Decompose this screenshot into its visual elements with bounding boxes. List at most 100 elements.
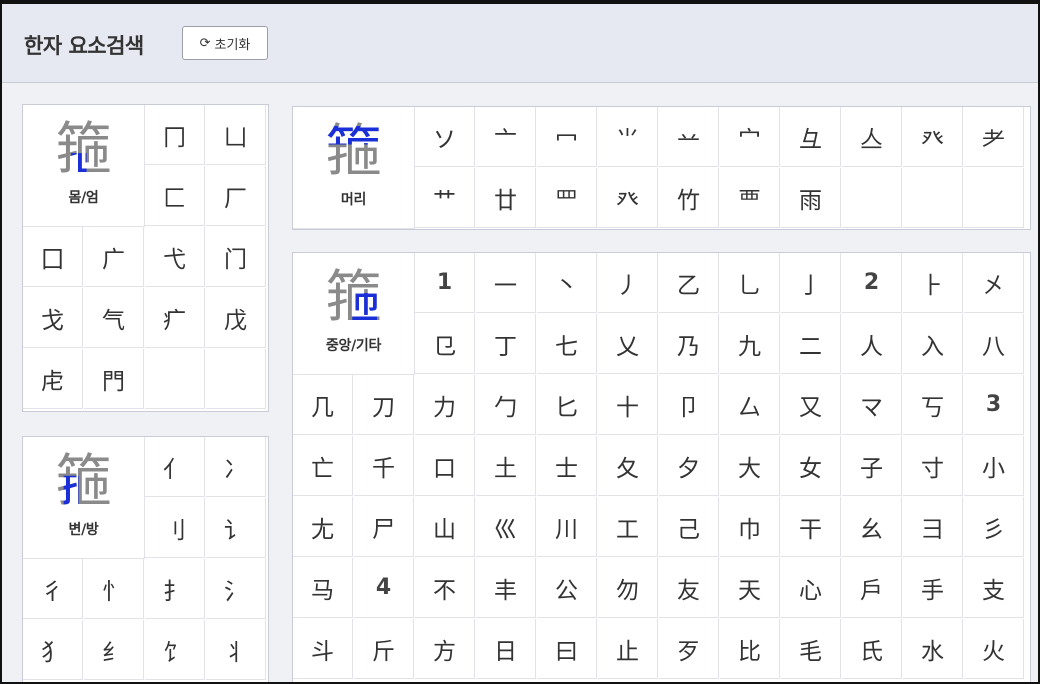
radical-cell[interactable]: 冫 xyxy=(206,437,266,497)
radical-cell[interactable]: 马 xyxy=(293,558,353,618)
radical-cell[interactable]: 友 xyxy=(659,558,719,618)
radical-cell[interactable]: 氏 xyxy=(842,619,902,679)
radical-cell[interactable]: 己 xyxy=(659,497,719,557)
radical-cell[interactable]: 方 xyxy=(415,619,475,679)
radical-cell[interactable]: 心 xyxy=(781,558,841,618)
radical-cell[interactable]: 亼 xyxy=(842,107,902,167)
radical-cell[interactable]: 力 xyxy=(415,375,475,435)
radical-cell[interactable]: 尸 xyxy=(354,497,414,557)
radical-cell[interactable]: 九 xyxy=(720,314,780,374)
radical-cell[interactable]: 戶 xyxy=(842,558,902,618)
radical-cell[interactable]: 纟 xyxy=(84,620,144,680)
radical-cell[interactable]: 子 xyxy=(842,436,902,496)
radical-cell[interactable]: 口 xyxy=(415,436,475,496)
radical-cell[interactable]: 竹 xyxy=(659,168,719,228)
radical-cell[interactable]: 歹 xyxy=(659,619,719,679)
radical-cell[interactable]: 乂 xyxy=(598,314,658,374)
radical-cell[interactable]: 不 xyxy=(415,558,475,618)
radical-cell[interactable]: 水 xyxy=(903,619,963,679)
radical-cell[interactable]: 彡 xyxy=(964,497,1024,557)
radical-cell[interactable]: 卩 xyxy=(659,375,719,435)
radical-cell[interactable]: 㐅 xyxy=(964,253,1024,313)
radical-cell[interactable]: 土 xyxy=(476,436,536,496)
radical-cell[interactable]: 虍 xyxy=(23,349,83,409)
radical-cell[interactable]: 手 xyxy=(903,558,963,618)
radical-cell[interactable]: 讠 xyxy=(206,498,266,558)
radical-cell[interactable]: 士 xyxy=(537,436,597,496)
radical-cell[interactable]: 气 xyxy=(84,288,144,348)
radical-cell[interactable]: 曰 xyxy=(537,619,597,679)
radical-cell[interactable]: 戊 xyxy=(206,288,266,348)
radical-cell[interactable]: ⺊ xyxy=(903,253,963,313)
radical-cell[interactable]: 乃 xyxy=(659,314,719,374)
radical-cell[interactable]: 广 xyxy=(84,227,144,287)
radical-cell[interactable]: 火 xyxy=(964,619,1024,679)
radical-cell[interactable]: 冖 xyxy=(537,107,597,167)
radical-cell[interactable]: 艹 xyxy=(415,168,475,228)
radical-cell[interactable]: 雨 xyxy=(781,168,841,228)
radical-cell[interactable]: 斤 xyxy=(354,619,414,679)
radical-cell[interactable]: 又 xyxy=(781,375,841,435)
radical-cell[interactable]: 亅 xyxy=(781,253,841,313)
radical-cell[interactable]: 勿 xyxy=(598,558,658,618)
radical-cell[interactable]: 丁 xyxy=(476,314,536,374)
radical-cell[interactable]: 覀 xyxy=(720,168,780,228)
radical-cell[interactable]: 宀 xyxy=(720,107,780,167)
radical-cell[interactable]: 匚 xyxy=(145,166,205,226)
radical-cell[interactable]: 丂 xyxy=(903,375,963,435)
radical-cell[interactable]: 凵 xyxy=(206,105,266,165)
radical-cell[interactable]: 巛 xyxy=(476,497,536,557)
radical-cell[interactable]: 人 xyxy=(842,314,902,374)
radical-cell[interactable]: 门 xyxy=(206,227,266,287)
radical-cell[interactable]: 扌 xyxy=(145,559,205,619)
radical-cell[interactable]: 小 xyxy=(964,436,1024,496)
radical-cell[interactable]: 尢 xyxy=(293,497,353,557)
radical-cell[interactable]: 寸 xyxy=(903,436,963,496)
radical-cell[interactable]: 七 xyxy=(537,314,597,374)
radical-cell[interactable]: 饣 xyxy=(145,620,205,680)
radical-cell[interactable]: 十 xyxy=(598,375,658,435)
radical-cell[interactable]: 千 xyxy=(354,436,414,496)
radical-cell[interactable]: 幺 xyxy=(842,497,902,557)
radical-cell[interactable]: 囗 xyxy=(23,227,83,287)
radical-cell[interactable]: 公 xyxy=(537,558,597,618)
radical-cell[interactable]: 干 xyxy=(781,497,841,557)
radical-cell[interactable]: 癶 xyxy=(598,168,658,228)
radical-cell[interactable]: マ xyxy=(842,375,902,435)
radical-cell[interactable]: 比 xyxy=(720,619,780,679)
radical-cell[interactable]: 一 xyxy=(476,253,536,313)
radical-cell[interactable]: 丿 xyxy=(598,253,658,313)
radical-cell[interactable]: 弋 xyxy=(145,227,205,287)
radical-cell[interactable]: 亻 xyxy=(145,437,205,497)
radical-cell[interactable]: 彳 xyxy=(23,559,83,619)
radical-cell[interactable]: 支 xyxy=(964,558,1024,618)
radical-cell[interactable]: 巾 xyxy=(720,497,780,557)
radical-cell[interactable]: 丬 xyxy=(206,620,266,680)
radical-cell[interactable]: 彑 xyxy=(781,107,841,167)
radical-cell[interactable]: 斗 xyxy=(293,619,353,679)
radical-cell[interactable]: 毛 xyxy=(781,619,841,679)
radical-cell[interactable]: 止 xyxy=(598,619,658,679)
radical-cell[interactable]: 乚 xyxy=(720,253,780,313)
radical-cell[interactable]: 亡 xyxy=(293,436,353,496)
radical-cell[interactable]: 工 xyxy=(598,497,658,557)
radical-cell[interactable]: 疒 xyxy=(145,288,205,348)
radical-cell[interactable]: 罒 xyxy=(537,168,597,228)
radical-cell[interactable]: 川 xyxy=(537,497,597,557)
radical-cell[interactable]: 犭 xyxy=(23,620,83,680)
radical-cell[interactable]: 山 xyxy=(415,497,475,557)
radical-cell[interactable]: 門 xyxy=(84,349,144,409)
radical-cell[interactable]: 夂 xyxy=(598,436,658,496)
radical-cell[interactable]: 亠 xyxy=(476,107,536,167)
radical-cell[interactable]: 㔾 xyxy=(415,314,475,374)
radical-cell[interactable]: 䒑 xyxy=(659,107,719,167)
radical-cell[interactable]: 匕 xyxy=(537,375,597,435)
radical-cell[interactable]: 彐 xyxy=(903,497,963,557)
radical-cell[interactable]: 丰 xyxy=(476,558,536,618)
radical-cell[interactable]: 厶 xyxy=(720,375,780,435)
radical-cell[interactable]: 丶 xyxy=(537,253,597,313)
radical-cell[interactable]: 夕 xyxy=(659,436,719,496)
radical-cell[interactable]: 氵 xyxy=(206,559,266,619)
radical-cell[interactable]: 二 xyxy=(781,314,841,374)
radical-cell[interactable]: 刀 xyxy=(354,375,414,435)
